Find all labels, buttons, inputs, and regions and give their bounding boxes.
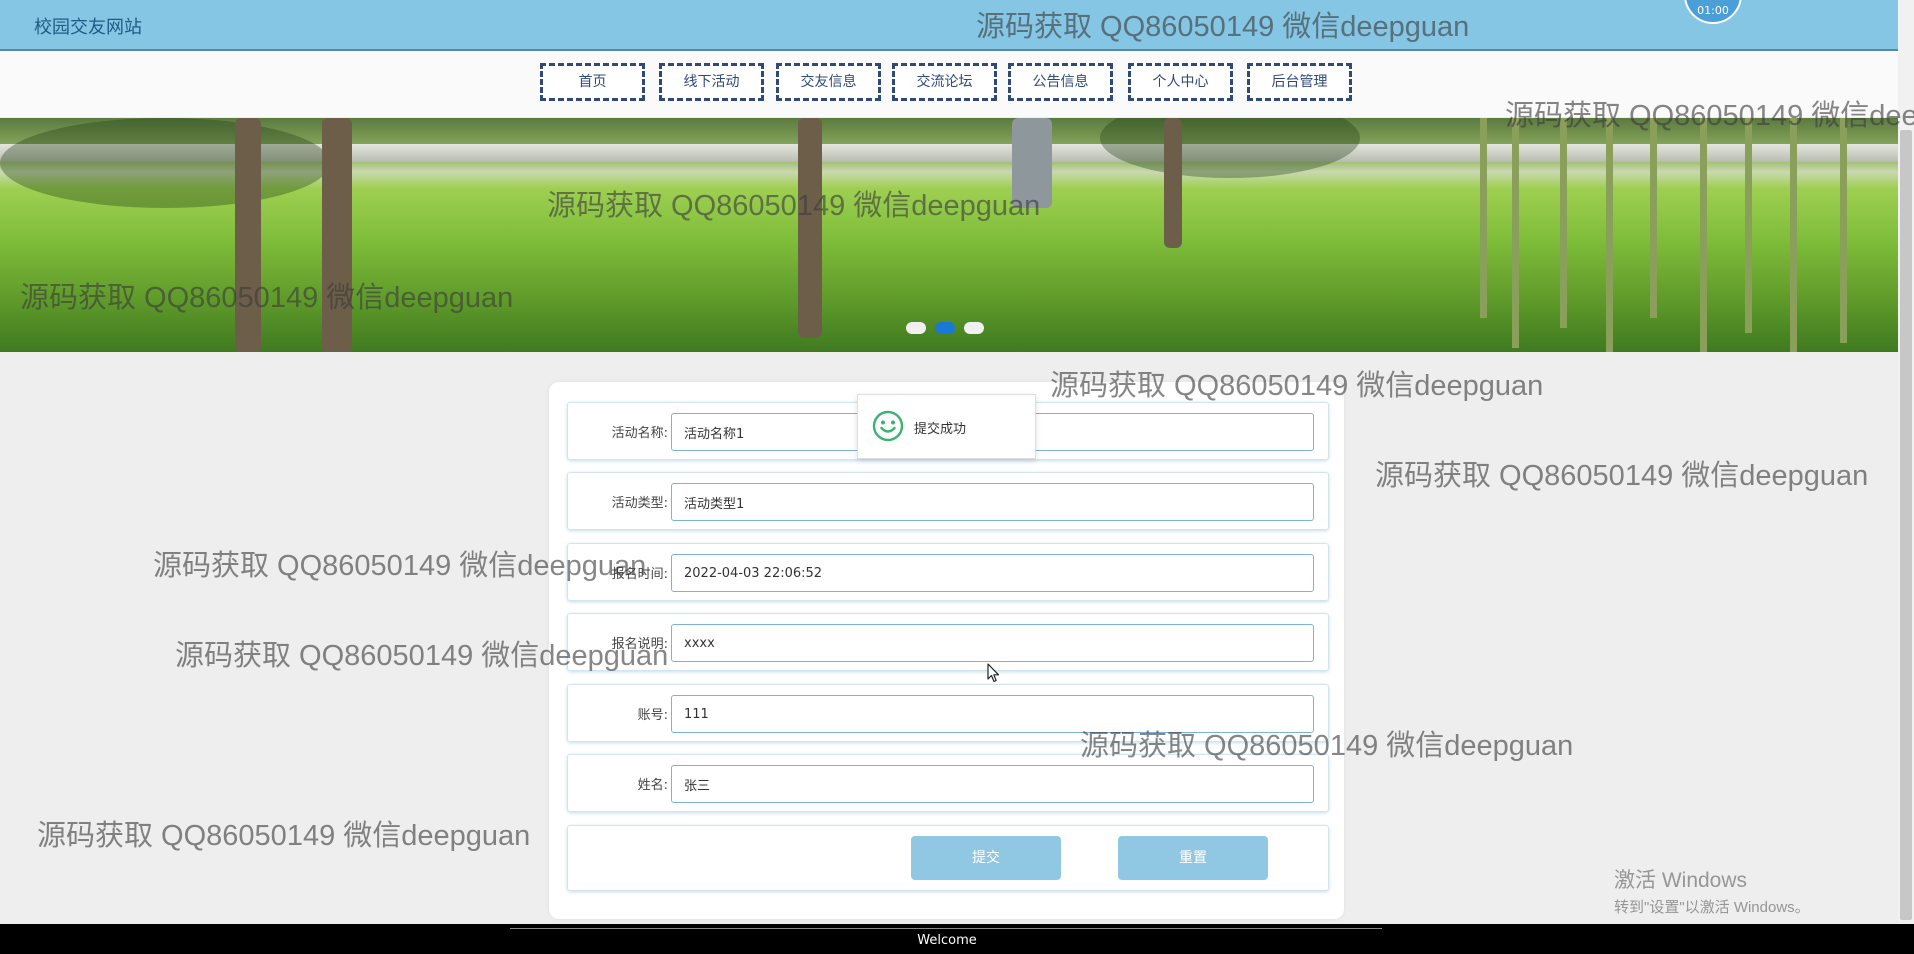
smile-icon xyxy=(872,410,904,446)
banner-bamboo xyxy=(1700,118,1707,352)
site-footer: Welcome xyxy=(0,924,1914,954)
mouse-cursor-icon xyxy=(987,663,1001,687)
carousel-dot-1[interactable] xyxy=(906,322,926,334)
banner-tree-trunk xyxy=(1012,118,1052,208)
banner-tree-canopy xyxy=(1100,118,1360,178)
signup-time-field[interactable] xyxy=(671,554,1314,592)
form-row-name: 姓名: xyxy=(567,754,1329,812)
carousel-dot-2[interactable] xyxy=(935,322,955,334)
activity-name-label: 活动名称: xyxy=(611,426,668,441)
account-label: 账号: xyxy=(637,708,668,723)
banner-tree-canopy xyxy=(0,118,330,208)
activation-title: 激活 Windows xyxy=(1614,869,1748,892)
banner-bamboo xyxy=(1606,118,1613,352)
toast-message: 提交成功 xyxy=(914,422,967,437)
banner-tree-trunk xyxy=(1164,118,1182,248)
nav-item-announcements[interactable]: 公告信息 xyxy=(1008,63,1113,101)
footer-divider xyxy=(510,928,1382,929)
nav-item-offline-activities[interactable]: 线下活动 xyxy=(659,63,764,101)
windows-activation-notice: 激活 Windows 转到"设置"以激活 Windows。 xyxy=(1614,864,1810,917)
name-label: 姓名: xyxy=(637,778,668,793)
banner-bamboo xyxy=(1512,118,1519,348)
banner-tree-trunk xyxy=(798,118,822,338)
banner-bamboo xyxy=(1840,118,1847,343)
watermark: 源码获取 QQ86050149 微信deepguan xyxy=(1375,460,1869,492)
banner-bamboo xyxy=(1650,118,1657,318)
main-nav: 首页 线下活动 交友信息 交流论坛 公告信息 个人中心 后台管理 xyxy=(0,51,1898,117)
nav-item-admin[interactable]: 后台管理 xyxy=(1247,63,1352,101)
footer-text: Welcome xyxy=(917,933,977,948)
banner-bamboo xyxy=(1480,118,1487,318)
form-row-signup-note: 报名说明: xyxy=(567,613,1329,671)
form-row-signup-time: 报名时间: xyxy=(567,543,1329,601)
banner-tree-trunk xyxy=(235,118,261,352)
signup-note-label: 报名说明: xyxy=(611,637,668,652)
activation-hint: 转到"设置"以激活 Windows。 xyxy=(1614,899,1810,916)
account-field[interactable] xyxy=(671,695,1314,733)
activity-type-field[interactable] xyxy=(671,483,1314,521)
reset-button[interactable]: 重置 xyxy=(1118,836,1268,880)
form-row-account: 账号: xyxy=(567,684,1329,742)
page-scrollbar[interactable] xyxy=(1898,0,1914,924)
submit-button[interactable]: 提交 xyxy=(911,836,1061,880)
avatar[interactable]: 01:00 xyxy=(1684,0,1742,24)
banner-carousel[interactable] xyxy=(0,118,1898,352)
site-header: 校园交友网站 01:00 xyxy=(0,0,1898,51)
signup-note-field[interactable] xyxy=(671,624,1314,662)
activity-type-label: 活动类型: xyxy=(611,496,668,511)
banner-bamboo xyxy=(1790,118,1797,352)
nav-item-personal-center[interactable]: 个人中心 xyxy=(1128,63,1233,101)
watermark: 源码获取 QQ86050149 微信deepguan xyxy=(37,820,531,852)
nav-item-home[interactable]: 首页 xyxy=(540,63,645,101)
success-toast: 提交成功 xyxy=(857,394,1036,459)
scrollbar-thumb[interactable] xyxy=(1900,130,1912,920)
nav-item-dating-info[interactable]: 交友信息 xyxy=(776,63,881,101)
banner-tree-trunk xyxy=(322,118,352,352)
banner-bamboo xyxy=(1745,118,1752,333)
nav-item-forum[interactable]: 交流论坛 xyxy=(892,63,997,101)
banner-bamboo xyxy=(1560,118,1567,328)
carousel-dot-3[interactable] xyxy=(964,322,984,334)
site-title[interactable]: 校园交友网站 xyxy=(34,13,142,39)
form-actions: 提交 重置 xyxy=(567,825,1329,891)
signup-time-label: 报名时间: xyxy=(611,567,668,582)
form-row-activity-type: 活动类型: xyxy=(567,472,1329,530)
signup-form: 活动名称: 活动类型: 报名时间: 报名说明: 账号: 姓名: 提交 重置 xyxy=(549,382,1344,919)
name-field[interactable] xyxy=(671,765,1314,803)
